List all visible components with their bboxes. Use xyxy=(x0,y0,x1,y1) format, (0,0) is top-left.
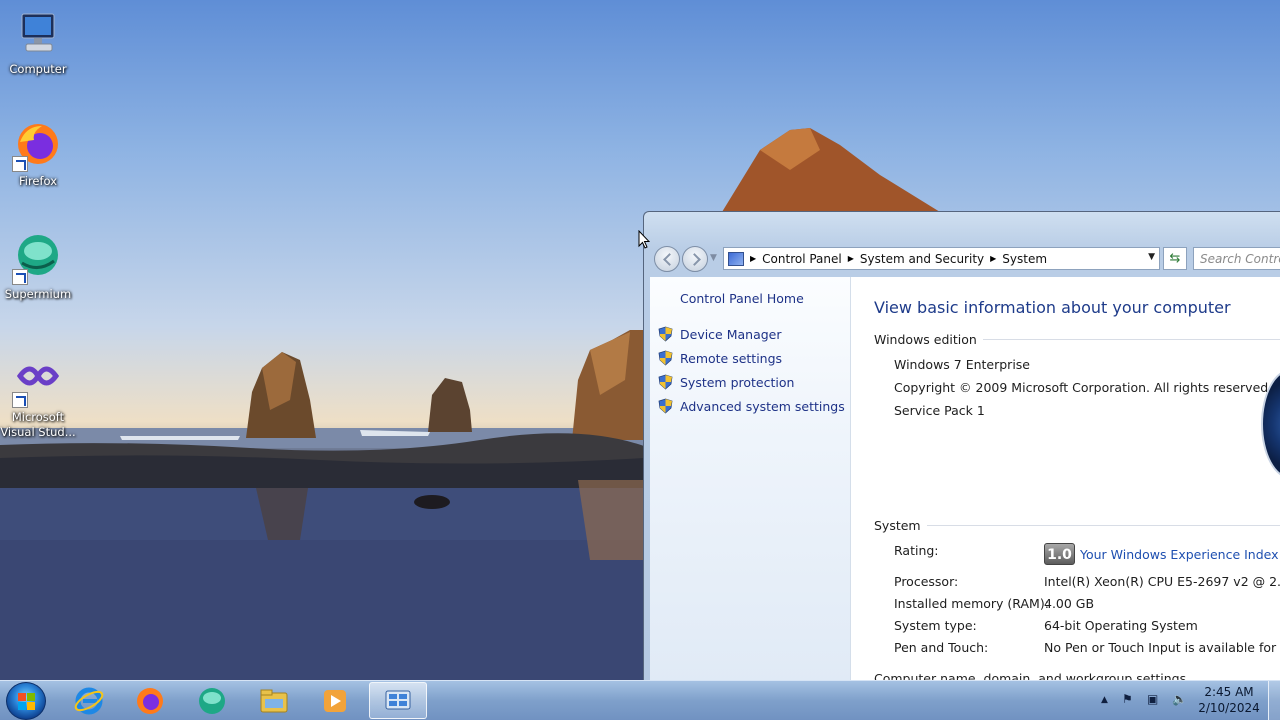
task-label: System protection xyxy=(680,374,795,390)
breadcrumb-control-panel[interactable]: Control Panel xyxy=(762,252,842,266)
navigation-bar: ▼ ▶ Control Panel ▶ System and Security … xyxy=(650,245,1280,273)
windows-edition-heading: Windows edition xyxy=(874,332,1280,347)
task-label: Device Manager xyxy=(680,326,782,342)
control-panel-icon xyxy=(728,251,744,266)
shortcut-arrow-icon xyxy=(12,392,28,408)
taskbar-firefox[interactable] xyxy=(121,682,179,719)
refresh-icon: ⇆ xyxy=(1169,251,1181,266)
recent-pages-dropdown-icon[interactable]: ▼ xyxy=(710,253,717,263)
taskbar: ▲ ⚑ ▣ 🔈 2:45 AM 2/10/2024 xyxy=(0,680,1280,720)
taskbar-internet-explorer[interactable] xyxy=(60,682,118,719)
service-pack-text: Service Pack 1 xyxy=(894,403,985,418)
desktop-icon-label: Supermium xyxy=(4,287,72,301)
task-label: Advanced system settings xyxy=(680,398,845,414)
rating-label: Rating: xyxy=(894,543,939,558)
desktop-icon-computer[interactable]: Computer xyxy=(0,8,76,77)
network-icon[interactable]: ▣ xyxy=(1147,692,1158,706)
visual-studio-icon xyxy=(12,356,64,408)
system-type-value: 64-bit Operating System xyxy=(1044,618,1198,633)
system-window: ▼ ▶ Control Panel ▶ System and Security … xyxy=(643,211,1280,681)
clock-time: 2:45 AM xyxy=(1204,685,1254,699)
file-explorer-icon xyxy=(260,689,288,712)
back-button[interactable] xyxy=(654,246,680,272)
memory-value: 4.00 GB xyxy=(1044,596,1095,611)
supermium-icon xyxy=(12,233,64,285)
processor-label: Processor: xyxy=(894,574,959,589)
action-center-flag-icon[interactable]: ⚑ xyxy=(1122,692,1133,706)
firefox-icon xyxy=(137,687,163,714)
control-panel-home-link[interactable]: Control Panel Home xyxy=(680,291,804,306)
processor-value: Intel(R) Xeon(R) CPU E5-2697 v2 @ 2.70GH… xyxy=(1044,574,1280,589)
breadcrumb-system[interactable]: System xyxy=(1002,252,1047,266)
window-titlebar[interactable] xyxy=(644,212,1280,242)
desktop-icon-firefox[interactable]: Firefox xyxy=(0,120,76,189)
memory-label: Installed memory (RAM): xyxy=(894,596,1049,611)
internet-explorer-icon xyxy=(74,687,104,714)
computer-icon xyxy=(12,8,64,60)
system-type-label: System type: xyxy=(894,618,977,633)
left-tasks-pane: Control Panel Home Device Manager Remote… xyxy=(650,277,851,680)
forward-button[interactable] xyxy=(682,246,708,272)
breadcrumb-separator-icon[interactable]: ▶ xyxy=(750,254,756,263)
uac-shield-icon xyxy=(658,374,673,390)
shortcut-arrow-icon xyxy=(12,269,28,285)
search-input[interactable]: Search Control xyxy=(1193,247,1280,270)
show-hidden-icons-button[interactable]: ▲ xyxy=(1101,695,1108,705)
desktop-icon-label: Microsoft Visual Stud... xyxy=(0,410,76,439)
taskbar-control-panel[interactable] xyxy=(369,682,427,719)
windows-edition-value: Windows 7 Enterprise xyxy=(894,357,1030,372)
experience-index-link[interactable]: Your Windows Experience Index needs xyxy=(1080,547,1280,562)
desktop-icon-supermium[interactable]: Supermium xyxy=(0,233,76,302)
taskbar-clock[interactable]: 2:45 AM 2/10/2024 xyxy=(1190,684,1268,716)
start-button[interactable] xyxy=(6,682,46,720)
show-desktop-button[interactable] xyxy=(1268,681,1280,720)
taskbar-supermium[interactable] xyxy=(183,682,241,719)
address-bar[interactable]: ▶ Control Panel ▶ System and Security ▶ … xyxy=(723,247,1160,270)
device-manager-link[interactable]: Device Manager xyxy=(658,324,782,344)
volume-muted-icon[interactable]: 🔈 xyxy=(1172,692,1187,706)
section-heading-text: System xyxy=(874,518,921,533)
refresh-button[interactable]: ⇆ xyxy=(1163,247,1187,270)
advanced-system-settings-link[interactable]: Advanced system settings xyxy=(658,396,845,416)
uac-shield-icon xyxy=(658,326,673,342)
taskbar-file-explorer[interactable] xyxy=(245,682,303,719)
taskbar-media-player[interactable] xyxy=(306,682,364,719)
system-heading: System xyxy=(874,518,1280,533)
content-pane: View basic information about your comput… xyxy=(851,277,1280,680)
shortcut-arrow-icon xyxy=(12,156,28,172)
system-protection-link[interactable]: System protection xyxy=(658,372,794,392)
breadcrumb-system-and-security[interactable]: System and Security xyxy=(860,252,984,266)
remote-settings-link[interactable]: Remote settings xyxy=(658,348,782,368)
section-heading-text: Windows edition xyxy=(874,332,977,347)
uac-shield-icon xyxy=(658,398,673,414)
windows-flag-icon xyxy=(18,693,36,711)
pen-touch-value: No Pen or Touch Input is available for t… xyxy=(1044,640,1280,655)
desktop-icon-label: Computer xyxy=(9,62,67,76)
desktop-icon-label: Firefox xyxy=(18,174,58,188)
uac-shield-icon xyxy=(658,350,673,366)
clock-date: 2/10/2024 xyxy=(1198,701,1260,715)
media-player-icon xyxy=(324,689,346,712)
breadcrumb-separator-icon[interactable]: ▶ xyxy=(990,254,996,263)
control-panel-icon xyxy=(385,690,411,709)
copyright-text: Copyright © 2009 Microsoft Corporation. … xyxy=(894,380,1273,395)
pen-touch-label: Pen and Touch: xyxy=(894,640,989,655)
page-title: View basic information about your comput… xyxy=(874,298,1231,317)
breadcrumb-separator-icon[interactable]: ▶ xyxy=(848,254,854,263)
supermium-icon xyxy=(199,687,225,714)
task-label: Remote settings xyxy=(680,350,783,366)
experience-index-badge: 1.0 xyxy=(1044,543,1075,565)
mouse-cursor-icon xyxy=(638,230,650,249)
desktop-icon-visual-studio[interactable]: Microsoft Visual Stud... xyxy=(0,356,76,440)
address-dropdown-icon[interactable]: ▼ xyxy=(1148,252,1155,262)
firefox-icon xyxy=(12,120,64,172)
